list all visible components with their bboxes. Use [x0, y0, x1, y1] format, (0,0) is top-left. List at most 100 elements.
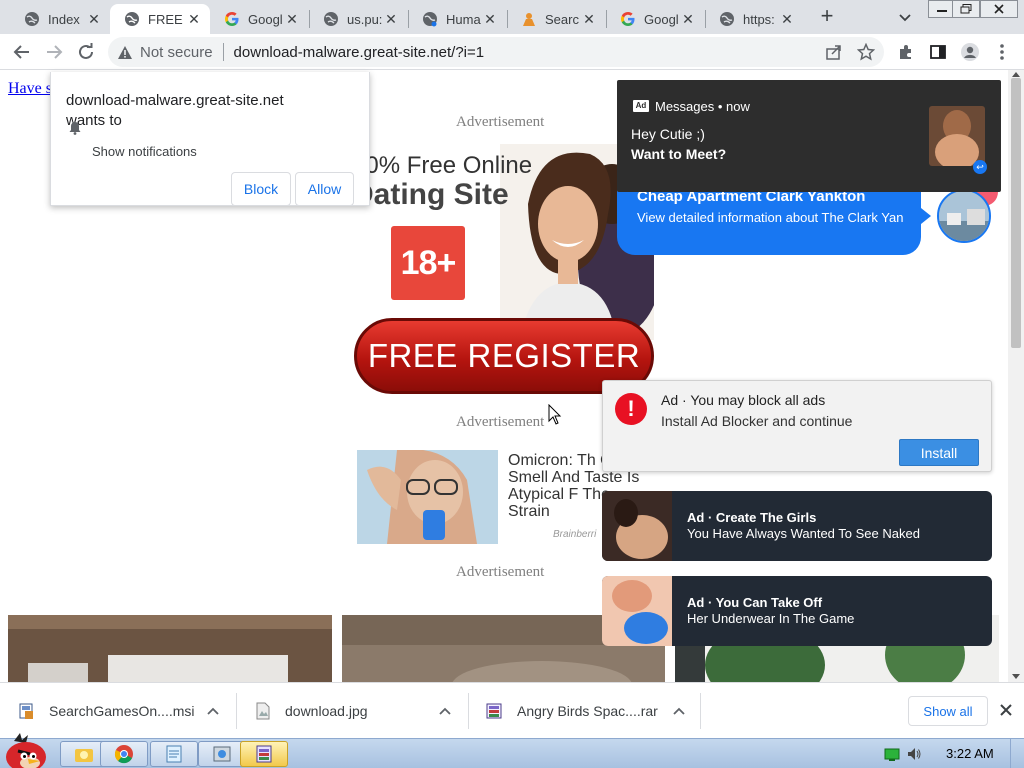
- scroll-up-arrow-icon[interactable]: [1012, 72, 1020, 77]
- volume-icon[interactable]: [906, 746, 922, 762]
- page-scrollbar[interactable]: [1008, 70, 1024, 682]
- restore-icon[interactable]: [952, 0, 980, 18]
- ad-thumbnail-image: [602, 576, 672, 646]
- dating-banner-ad[interactable]: 00% Free Online Dating Site 18+ FREE REG…: [352, 144, 654, 400]
- share-icon[interactable]: [822, 40, 846, 64]
- news-thumbnail-image: [357, 450, 498, 544]
- start-button-angry-bird-icon[interactable]: [0, 731, 50, 768]
- chevron-up-icon[interactable]: [672, 704, 686, 718]
- dark-ad-body: You Have Always Wanted To See Naked: [687, 526, 920, 541]
- reply-arrow-icon: ↩: [973, 160, 987, 174]
- allow-button[interactable]: Allow: [295, 172, 354, 206]
- scrollbar-thumb[interactable]: [1011, 78, 1021, 348]
- close-icon[interactable]: ✕: [383, 11, 399, 27]
- close-icon[interactable]: ✕: [86, 11, 102, 27]
- tab-strip: Index ✕ FREE I ✕ Googl ✕ us.pu: ✕ Huma ✕…: [0, 0, 1024, 34]
- new-tab-icon[interactable]: +: [816, 5, 838, 27]
- bookmark-star-icon[interactable]: [854, 40, 878, 64]
- tab-search[interactable]: Searc ✕: [507, 4, 605, 34]
- dark-ad-notification[interactable]: Ad · You Can Take Off Her Underwear In T…: [602, 576, 992, 646]
- tab-us-push[interactable]: us.pu: ✕: [309, 4, 407, 34]
- dark-ad-title: Ad · You Can Take Off: [687, 595, 823, 610]
- extensions-puzzle-icon[interactable]: [894, 40, 918, 64]
- install-button[interactable]: Install: [899, 439, 979, 466]
- prompt-request-text: Show notifications: [92, 144, 197, 159]
- taskbar-notepad[interactable]: [150, 741, 198, 767]
- forward-arrow-icon[interactable]: [42, 40, 66, 64]
- ad-thumbnail-image: [602, 491, 672, 561]
- download-filename: download.jpg: [285, 703, 368, 719]
- reload-icon[interactable]: [74, 40, 98, 64]
- advertisement-label: Advertisement: [456, 114, 545, 130]
- download-item[interactable]: download.jpg: [236, 683, 468, 739]
- block-button[interactable]: Block: [231, 172, 291, 206]
- tab-title: Googl: [644, 11, 679, 27]
- error-exclamation-icon: !: [615, 393, 647, 425]
- chevron-up-icon[interactable]: [438, 704, 452, 718]
- close-icon[interactable]: [998, 702, 1014, 718]
- tab-search-chevron-icon[interactable]: [896, 8, 914, 26]
- globe-icon: [124, 11, 140, 27]
- tab-free-dating[interactable]: FREE I ✕: [110, 4, 210, 34]
- url-text[interactable]: download-malware.great-site.net/?i=1: [234, 44, 485, 61]
- show-all-button[interactable]: Show all: [908, 696, 988, 726]
- side-panel-icon[interactable]: [926, 40, 950, 64]
- notification-permission-prompt: download-malware.great-site.net wants to…: [50, 72, 370, 206]
- warning-triangle-icon[interactable]: [116, 43, 134, 61]
- tab-google-2[interactable]: Googl ✕: [606, 4, 704, 34]
- download-filename: Angry Birds Spac....rar: [517, 703, 658, 719]
- tab-title: us.pu:: [347, 11, 383, 27]
- tab-title: FREE I: [148, 11, 186, 27]
- globe-icon: [323, 11, 339, 27]
- taskbar-archiver[interactable]: [240, 741, 288, 767]
- scroll-down-arrow-icon[interactable]: [1012, 674, 1020, 679]
- windows-taskbar: 3:22 AM: [0, 733, 1024, 768]
- profile-avatar-icon[interactable]: [958, 40, 982, 64]
- messages-line-1: Hey Cutie ;): [631, 126, 705, 142]
- taskbar-program[interactable]: [198, 741, 246, 767]
- download-item[interactable]: Angry Birds Spac....rar: [468, 683, 700, 739]
- tab-title: Searc: [545, 11, 579, 27]
- block-ads-title: Ad · You may block all ads: [661, 392, 826, 408]
- dating-headline-2: Dating Site: [352, 178, 509, 211]
- back-arrow-icon[interactable]: [10, 40, 34, 64]
- close-icon[interactable]: ✕: [284, 11, 300, 27]
- close-icon[interactable]: ✕: [186, 11, 202, 27]
- tab-https[interactable]: https: ✕: [705, 4, 803, 34]
- tab-google-1[interactable]: Googl ✕: [210, 4, 308, 34]
- tab-title: Googl: [248, 11, 283, 27]
- taskbar-chrome[interactable]: [100, 741, 148, 767]
- chevron-up-icon[interactable]: [206, 704, 220, 718]
- dark-ad-notification[interactable]: Ad · Create The Girls You Have Always Wa…: [602, 491, 992, 561]
- close-window-icon[interactable]: [980, 0, 1018, 18]
- omnibox-separator: [222, 43, 224, 61]
- browser-toolbar: Not secure download-malware.great-site.n…: [0, 34, 1024, 70]
- messages-header: Messages • now: [655, 99, 750, 114]
- person-icon: [521, 11, 537, 27]
- tab-human[interactable]: Huma ✕: [408, 4, 506, 34]
- prompt-site-host: download-malware.great-site.net: [66, 92, 284, 109]
- security-label[interactable]: Not secure: [140, 44, 213, 61]
- block-ads-body: Install Ad Blocker and continue: [661, 413, 853, 429]
- apartment-avatar-image[interactable]: [937, 189, 991, 243]
- messages-line-2: Want to Meet?: [631, 146, 727, 162]
- address-bar[interactable]: Not secure download-malware.great-site.n…: [108, 37, 884, 67]
- download-separator: [700, 693, 701, 729]
- tab-title: Huma: [446, 11, 481, 27]
- show-desktop-button[interactable]: [1010, 739, 1024, 768]
- ad-badge-icon: Ad: [633, 100, 649, 112]
- network-icon[interactable]: [884, 746, 900, 762]
- tab-index[interactable]: Index ✕: [10, 4, 110, 34]
- close-icon[interactable]: ✕: [482, 11, 498, 27]
- close-icon[interactable]: ✕: [680, 11, 696, 27]
- browser-window: Index ✕ FREE I ✕ Googl ✕ us.pu: ✕ Huma ✕…: [0, 0, 1024, 768]
- block-ads-notification[interactable]: ! Ad · You may block all ads Install Ad …: [602, 380, 992, 472]
- close-icon[interactable]: ✕: [779, 11, 795, 27]
- taskbar-clock[interactable]: 3:22 AM: [946, 746, 994, 761]
- page-top-link[interactable]: Have s: [8, 80, 52, 98]
- article-tile-image[interactable]: [8, 615, 332, 682]
- kebab-menu-icon[interactable]: [990, 40, 1014, 64]
- messages-notification[interactable]: Ad Messages • now Hey Cutie ;) Want to M…: [617, 80, 1001, 192]
- advertisement-label: Advertisement: [456, 414, 545, 430]
- close-icon[interactable]: ✕: [581, 11, 597, 27]
